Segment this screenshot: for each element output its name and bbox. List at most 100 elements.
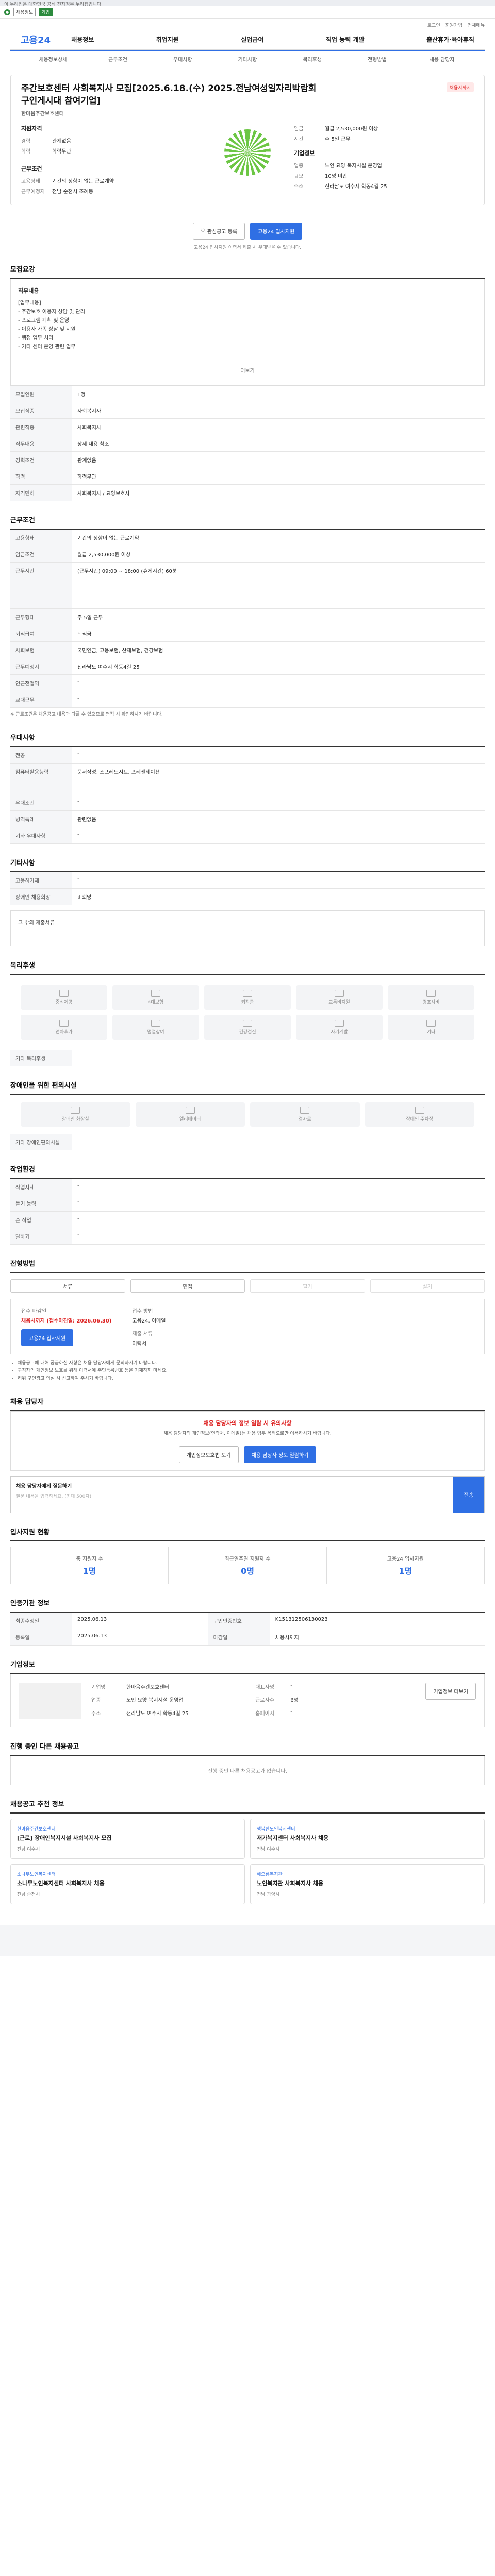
nav-unemployment[interactable]: 실업급여 — [241, 35, 263, 44]
gov-icon: ● — [4, 9, 10, 15]
method-written: 필기 — [250, 1279, 365, 1293]
apply-info: 접수 마감일 채용시까지 (접수마감일: 2026.06.30) 고용24 입사지… — [10, 1299, 485, 1354]
nav-support[interactable]: 취업지원 — [156, 35, 179, 44]
contact-box: 채용 담당자의 정보 열람 시 유의사항 채용 담당자의 개인정보(연락처, 이… — [10, 1411, 485, 1471]
subnav-conditions[interactable]: 근무조건 — [86, 55, 151, 63]
selection-methods: 서류 면접 필기 실기 — [10, 1273, 485, 1299]
job-summary: 주간보호센터 사회복지사 모집[2025.6.18.(수) 2025.전남여성일… — [10, 75, 485, 205]
toolbar: ● 채용정보 기업 — [0, 6, 495, 19]
nav-leave[interactable]: 출산휴가·육아휴직 — [426, 35, 474, 44]
section-title: 복리후생 — [10, 960, 485, 975]
accessibility-icon — [300, 1107, 310, 1114]
section-title: 기업정보 — [10, 1659, 485, 1674]
conditions-table: 고용형태 기간의 정함이 없는 근로계약 임금조건 월급 2,530,000원 이상… — [10, 530, 485, 708]
heart-icon: ♡ — [200, 228, 205, 234]
question-input[interactable]: 채용 담당자에게 질문하기 질문 내용을 입력하세요. (최대 500자) — [11, 1477, 453, 1513]
detail-table: 최종수정일 2025.06.13 구인인증번호 K151312506130023 등록… — [10, 1613, 485, 1646]
site-logo[interactable]: 고용24 — [21, 33, 51, 46]
welfare-icon — [151, 1020, 160, 1027]
section-title: 모집요강 — [10, 264, 485, 279]
recommendation-card[interactable]: 해오름복지관 노인복지관 사회복지사 채용 전남 광양시 — [250, 1864, 485, 1904]
menu-link[interactable]: 전체메뉴 — [468, 22, 485, 28]
login-link[interactable]: 로그인 — [427, 22, 440, 28]
section-title: 작업환경 — [10, 1164, 485, 1179]
section-title: 진행 중인 다른 채용공고 — [10, 1741, 485, 1756]
accessibility-icon — [185, 1107, 195, 1114]
section-title: 기타사항 — [10, 857, 485, 872]
applicant-stats: 총 지원자 수 1명 최근일주일 지원자 수 0명 고용24 입사지원 1명 — [10, 1547, 485, 1584]
accessibility-item: 경사로 — [250, 1102, 360, 1127]
company-name: 한마음주간보호센터 — [21, 111, 64, 117]
preference-table: 전공 - 컴퓨터활용능력 문서작성, 스프레드시트, 프레젠테이션 우대조건 - 병역… — [10, 747, 485, 844]
privacy-law-button[interactable]: 개인정보보호법 보기 — [178, 1446, 239, 1463]
welfare-item: 연차휴가 — [21, 1015, 107, 1040]
welfare-icon — [426, 1020, 436, 1027]
welfare-icon — [151, 990, 160, 997]
welfare-icon — [335, 990, 344, 997]
category-select[interactable]: 채용정보 — [13, 8, 36, 16]
section-title: 근무조건 — [10, 515, 485, 530]
deadline-badge: 채용시까지 — [446, 82, 474, 92]
recommendation-card[interactable]: 행복한노인복지센터 재가복지센터 사회복지사 채용 전남 여수시 — [250, 1819, 485, 1859]
subnav-selection[interactable]: 전형방법 — [345, 55, 410, 63]
welfare-item: 4대보험 — [112, 985, 199, 1010]
welfare-item: 교통비지원 — [296, 985, 383, 1010]
accessibility-icon — [71, 1107, 80, 1114]
accessibility-item: 엘리베이터 — [135, 1102, 245, 1127]
welfare-etc: 기타 복리후생 — [10, 1050, 485, 1066]
section-title: 입사지원 현황 — [10, 1527, 485, 1541]
welfare-icon — [335, 1020, 344, 1027]
view-contact-button[interactable]: 채용 담당자 정보 열람하기 — [243, 1446, 317, 1463]
apply-note: 고용24 입사지원 이력서 제출 시 우대받을 수 있습니다. — [193, 245, 302, 250]
method-documents: 서류 — [10, 1279, 125, 1293]
welfare-icon — [59, 1020, 69, 1027]
scrap-button[interactable]: ♡ 관심공고 등록 — [192, 223, 245, 240]
recommendation-card[interactable]: 한마음주간보호센터 [근로] 장애인복지시설 사회복지사 모집 전남 여수시 — [10, 1819, 245, 1859]
section-title: 인증기관 정보 — [10, 1598, 485, 1613]
site-footer — [0, 1925, 495, 1956]
welfare-item: 퇴직금 — [204, 985, 291, 1010]
welfare-icon — [243, 1020, 252, 1027]
send-button[interactable]: 전송 — [453, 1477, 484, 1513]
apply-bullets: 채용공고에 대해 궁금하신 사항은 채용 담당자에게 문의하시기 바랍니다.구직… — [10, 1360, 485, 1383]
welfare-icon — [426, 990, 436, 997]
job-title: 주간보호센터 사회복지사 모집[2025.6.18.(수) 2025.전남여성일… — [21, 83, 317, 106]
company-box: 기업명 한마음주간보호센터 대표자명 - 업종 노인 요양 복지시설 운영업 근로자수… — [10, 1674, 485, 1727]
welfare-item: 기타 — [388, 1015, 474, 1040]
duty-box: 직무내용 [업무내용] - 주간보호 이용자 상담 및 관리 - 프로그램 계획… — [10, 279, 485, 386]
sub-nav: 채용정보상세 근무조건 우대사항 기타사항 복리후생 전형방법 채용 담당자 — [10, 51, 485, 67]
nav-jobs[interactable]: 채용정보 — [71, 35, 94, 44]
etc-docs: 그 밖의 제출서류 — [10, 910, 485, 946]
company-summary: 임금 월급 2,530,000원 이상 시간 주 5일 근무 기업정보 업종 노인 요… — [294, 126, 387, 190]
recommendation-card[interactable]: 소나무노인복지센터 소나무노인복지센터 사회복지사 채용 전남 순천시 — [10, 1864, 245, 1904]
subnav-etc[interactable]: 기타사항 — [215, 55, 280, 63]
welfare-icon — [243, 990, 252, 997]
apply-button[interactable]: 고용24 입사지원 — [250, 223, 303, 240]
environment-table: 작업자세 - 듣기 능력 - 손 작업 - 말하기 - — [10, 1179, 485, 1245]
section-title: 채용 담당자 — [10, 1396, 485, 1411]
site-header: 고용24 채용정보 취업지원 실업급여 직업 능력 개발 출산휴가·육아휴직 — [10, 29, 485, 50]
conditions-note: ※ 근로조건은 채용공고 내용과 다를 수 있으므로 면접 시 확인하시기 바랍… — [10, 712, 163, 717]
welfare-item: 자기계발 — [296, 1015, 383, 1040]
company-more-button[interactable]: 기업정보 더보기 — [425, 1683, 476, 1700]
subnav-contact[interactable]: 채용 담당자 — [409, 55, 474, 63]
duty-text: [업무내용] - 주간보호 이용자 상담 및 관리 - 프로그램 계획 및 운영… — [18, 300, 85, 350]
subnav-preferences[interactable]: 우대사항 — [150, 55, 215, 63]
qualification-summary: 지원자격 경력 관계없음 학력 학력무관 근무조건 고용형태 기간의 정함이 없는 근… — [21, 125, 114, 195]
recruit-table: 모집인원 1명 모집직종 사회복지사 관련직종 사회복지사 직무내용 상세 내용 참조 … — [10, 386, 485, 501]
subnav-detail[interactable]: 채용정보상세 — [21, 55, 86, 63]
type-label[interactable]: 기업 — [39, 8, 53, 16]
main-nav: 채용정보 취업지원 실업급여 직업 능력 개발 출산휴가·육아휴직 — [71, 35, 474, 44]
nav-training[interactable]: 직업 능력 개발 — [326, 35, 365, 44]
accessibility-icon — [415, 1107, 424, 1114]
question-box: 채용 담당자에게 질문하기 질문 내용을 입력하세요. (최대 500자) 전송 — [10, 1476, 485, 1513]
etc-table: 고용허가제 - 장애인 채용희망 비희망 — [10, 872, 485, 905]
signup-link[interactable]: 회원가입 — [446, 22, 463, 28]
welfare-item: 건강검진 — [204, 1015, 291, 1040]
welfare-item: 명절상여 — [112, 1015, 199, 1040]
subnav-welfare[interactable]: 복리후생 — [280, 55, 345, 63]
accessibility-item: 장애인 주차장 — [365, 1102, 474, 1127]
apply-button-2[interactable]: 고용24 입사지원 — [21, 1329, 74, 1346]
accessibility-item: 장애인 화장실 — [21, 1102, 130, 1127]
more-button[interactable]: 더보기 — [18, 362, 477, 378]
